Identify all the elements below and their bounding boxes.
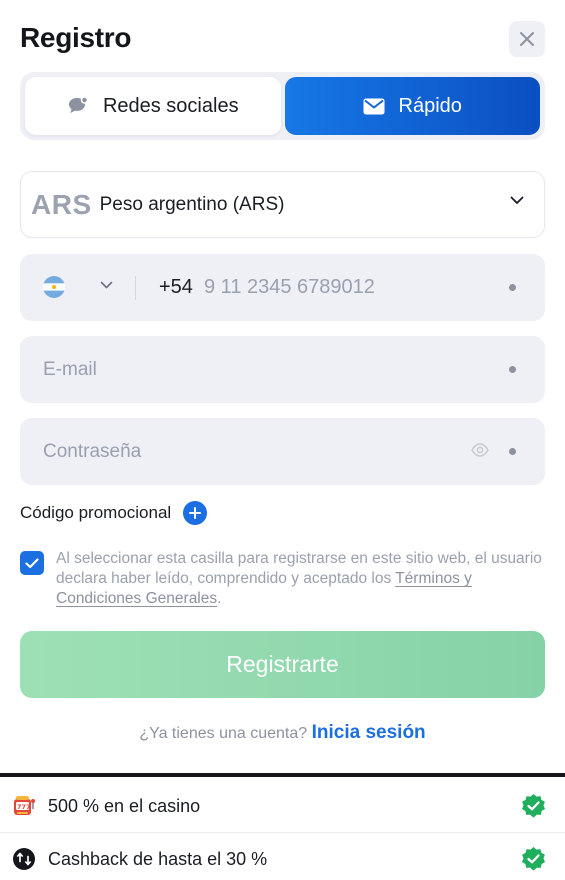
required-indicator (509, 284, 516, 291)
phone-divider (135, 276, 136, 300)
currency-code: ARS (31, 188, 92, 220)
phone-input[interactable]: 9 11 2345 6789012 (204, 276, 375, 299)
chevron-down-icon[interactable] (100, 281, 113, 289)
modal-header: Registro (0, 0, 565, 75)
svg-text:777: 777 (17, 803, 31, 811)
password-field[interactable]: Contraseña (20, 418, 545, 485)
bonus-item: 777 500 % en el casino (0, 780, 565, 832)
cashback-icon (13, 848, 35, 870)
slot-machine-icon: 777 (14, 796, 35, 815)
tab-quick-label: Rápido (398, 94, 462, 117)
register-button[interactable]: Registrarte (20, 631, 545, 698)
speech-bubble-icon (68, 96, 89, 113)
required-indicator (509, 366, 516, 373)
verified-check-icon (522, 793, 545, 818)
login-link[interactable]: Inicia sesión (312, 722, 426, 743)
verified-check-icon (522, 846, 545, 871)
eye-icon[interactable] (471, 443, 489, 457)
checkmark-icon (25, 557, 39, 568)
email-field[interactable]: E-mail (20, 336, 545, 403)
phone-field[interactable]: +54 9 11 2345 6789012 (20, 254, 545, 321)
tab-social-label: Redes sociales (102, 94, 239, 117)
close-button[interactable] (509, 21, 545, 57)
password-input[interactable]: Contraseña (43, 441, 141, 463)
email-input[interactable]: E-mail (43, 359, 97, 381)
plus-icon[interactable] (183, 501, 208, 525)
consent-suffix: . (217, 590, 222, 607)
phone-prefix: +54 (159, 276, 193, 298)
login-prompt-line: ¿Ya tienes una cuenta? Inicia sesión (0, 722, 565, 744)
tab-quick[interactable]: Rápido (284, 77, 540, 135)
close-icon (520, 32, 534, 46)
page-title: Registro (20, 22, 132, 53)
section-divider (0, 773, 565, 777)
required-indicator (509, 448, 516, 455)
bonus-text: 500 % en el casino (48, 795, 201, 816)
promo-code-label: Código promocional (20, 503, 172, 522)
currency-name: Peso argentino (ARS) (99, 193, 285, 215)
terms-checkbox[interactable] (20, 551, 44, 575)
bonus-item: Cashback de hasta el 30 % (0, 833, 565, 880)
bonus-text: Cashback de hasta el 30 % (48, 848, 268, 869)
consent-text: Al seleccionar esta casilla para registr… (56, 549, 548, 609)
envelope-icon (363, 98, 385, 114)
tab-social-networks[interactable]: Redes sociales (25, 77, 281, 135)
currency-select[interactable]: ARS Peso argentino (ARS) (20, 171, 545, 238)
promo-code-toggle[interactable]: Código promocional (20, 501, 208, 525)
chevron-down-icon (510, 196, 524, 204)
login-prompt: ¿Ya tienes una cuenta? (139, 725, 308, 742)
argentina-flag-icon[interactable] (43, 276, 65, 298)
registration-tabs: Redes sociales Rápido (20, 72, 545, 140)
